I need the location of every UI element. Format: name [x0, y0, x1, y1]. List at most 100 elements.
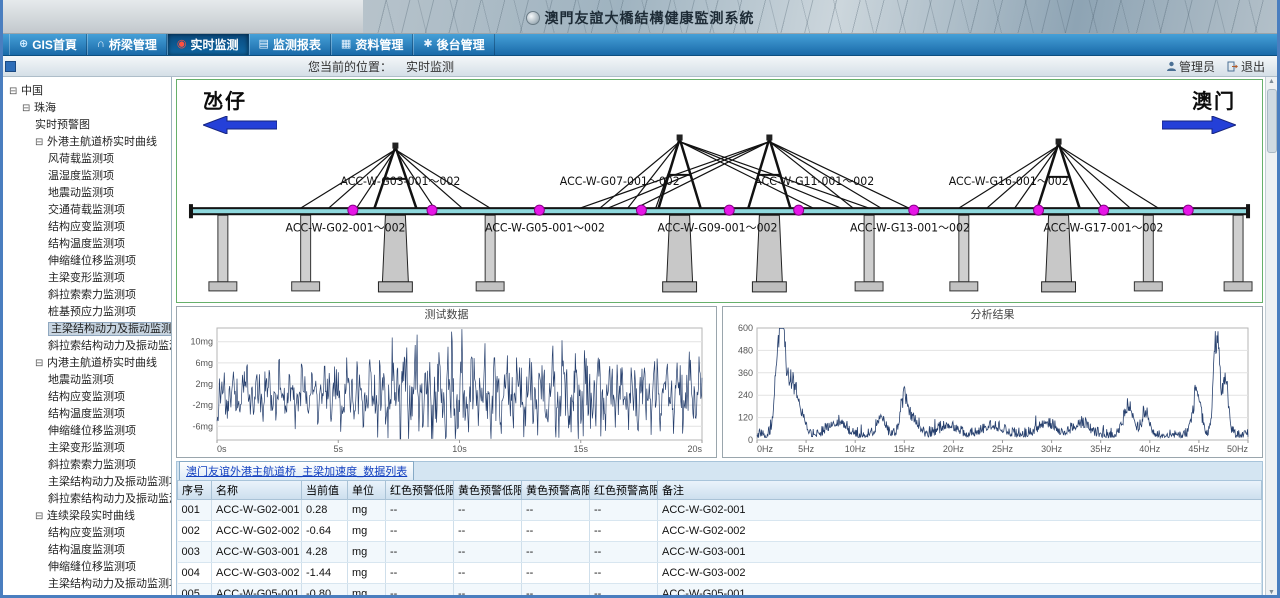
- svg-text:5Hz: 5Hz: [798, 444, 815, 454]
- sensor-dot-icon[interactable]: [1099, 205, 1109, 215]
- tree-expander-icon[interactable]: ⊟: [9, 83, 21, 100]
- tree-item-10[interactable]: 结构温度监测项: [3, 236, 171, 253]
- tree-item-15[interactable]: 主梁结构动力及振动监测项: [3, 321, 171, 338]
- tree-item-16[interactable]: 斜拉索结构动力及振动监测项: [3, 338, 171, 355]
- datagrid-tab[interactable]: 澳门友谊外港主航道桥_主梁加速度_数据列表: [179, 461, 414, 480]
- sensor-dot-icon[interactable]: [427, 205, 437, 215]
- table-cell: --: [454, 500, 522, 521]
- tree-item-26[interactable]: ⊟连续梁段实时曲线: [3, 508, 171, 525]
- scroll-down-icon[interactable]: ▼: [1266, 588, 1277, 598]
- table-row[interactable]: 004ACC-W-G03-002-1.44mg--------ACC-W-G03…: [178, 563, 1262, 584]
- column-header[interactable]: 备注: [658, 481, 1262, 500]
- bridge-icon: ∩: [97, 39, 105, 50]
- table-cell: ACC-W-G02-001: [212, 500, 302, 521]
- tree-item-12[interactable]: 主梁变形监测项: [3, 270, 171, 287]
- tree-item-6[interactable]: 温湿度监测项: [3, 168, 171, 185]
- tree-expander-icon[interactable]: ⊟: [35, 508, 47, 525]
- column-header[interactable]: 黄色预警高限: [522, 481, 590, 500]
- breadcrumb-bar: 您当前的位置：实时监测 管理员 退出: [3, 56, 1277, 77]
- tree-item-28[interactable]: 结构温度监测项: [3, 542, 171, 559]
- tree-item-4[interactable]: ⊟外港主航道桥实时曲线: [3, 134, 171, 151]
- table-row[interactable]: 001ACC-W-G02-0010.28mg--------ACC-W-G02-…: [178, 500, 1262, 521]
- nav-tab-2[interactable]: ∩桥梁管理: [87, 34, 167, 55]
- tree-item-30[interactable]: 主梁结构动力及振动监测项: [3, 576, 171, 593]
- nav-tab-label: 资料管理: [355, 36, 403, 53]
- table-row[interactable]: 003ACC-W-G03-0014.28mg--------ACC-W-G03-…: [178, 542, 1262, 563]
- tree-item-22[interactable]: 主梁变形监测项: [3, 440, 171, 457]
- sidebar-collapse-button[interactable]: [5, 61, 16, 72]
- sensor-dot-icon[interactable]: [636, 205, 646, 215]
- user-menu[interactable]: 管理员: [1166, 58, 1215, 75]
- column-header[interactable]: 黄色预警低限: [454, 481, 522, 500]
- tree-item-19[interactable]: 结构应变监测项: [3, 389, 171, 406]
- tree-item-3[interactable]: 实时预警图: [3, 117, 171, 134]
- column-header[interactable]: 单位: [348, 481, 386, 500]
- tree-item-18[interactable]: 地震动监测项: [3, 372, 171, 389]
- tree-item-11[interactable]: 伸缩缝位移监测项: [3, 253, 171, 270]
- tree-item-label: 结构温度监测项: [48, 544, 125, 556]
- column-header[interactable]: 当前值: [302, 481, 348, 500]
- scroll-up-icon[interactable]: ▲: [1266, 77, 1277, 87]
- sensor-dot-icon[interactable]: [1034, 205, 1044, 215]
- tree-item-label: 伸缩缝位移监测项: [48, 255, 136, 267]
- tree-expander-icon[interactable]: ⊟: [35, 134, 47, 151]
- sensor-dot-icon[interactable]: [909, 205, 919, 215]
- tree-expander-icon[interactable]: ⊟: [35, 355, 47, 372]
- svg-text:35Hz: 35Hz: [1090, 444, 1112, 454]
- tree-item-label: 斜拉索索力监测项: [48, 289, 136, 301]
- sensor-dot-icon[interactable]: [534, 205, 544, 215]
- tree-expander-icon[interactable]: ⊟: [22, 100, 34, 117]
- right-arrow-icon: [1162, 116, 1236, 134]
- tree-item-14[interactable]: 桩基预应力监测项: [3, 304, 171, 321]
- tree-item-29[interactable]: 伸缩缝位移监测项: [3, 559, 171, 576]
- sensor-dot-icon[interactable]: [724, 205, 734, 215]
- table-row[interactable]: 002ACC-W-G02-002-0.64mg--------ACC-W-G02…: [178, 521, 1262, 542]
- column-header[interactable]: 红色预警低限: [386, 481, 454, 500]
- nav-tab-1[interactable]: ⊕GIS首頁: [9, 34, 87, 55]
- tree-item-20[interactable]: 结构温度监测项: [3, 406, 171, 423]
- sensor-group-label: ACC-W-G13-001～002: [850, 221, 970, 234]
- tree-item-label: 主梁变形监测项: [48, 272, 125, 284]
- tree-item-27[interactable]: 结构应变监测项: [3, 525, 171, 542]
- admin-icon: ✱: [423, 39, 432, 50]
- sensor-dot-icon[interactable]: [1183, 205, 1193, 215]
- tree-item-label: 风荷载监测项: [48, 153, 114, 165]
- tree-item-23[interactable]: 斜拉索索力监测项: [3, 457, 171, 474]
- scrollbar-thumb[interactable]: [1267, 89, 1277, 153]
- spectrum-chart: 01202403604806000Hz5Hz10Hz15Hz20Hz25Hz30…: [723, 322, 1262, 455]
- tree-item-13[interactable]: 斜拉索索力监测项: [3, 287, 171, 304]
- table-cell: --: [590, 521, 658, 542]
- column-header[interactable]: 名称: [212, 481, 302, 500]
- logout-button[interactable]: 退出: [1227, 58, 1265, 75]
- spectrum-chart-panel: 分析结果 01202403604806000Hz5Hz10Hz15Hz20Hz2…: [722, 306, 1263, 458]
- tree-item-24[interactable]: 主梁结构动力及振动监测项: [3, 474, 171, 491]
- tree-item-9[interactable]: 结构应变监测项: [3, 219, 171, 236]
- nav-tab-3[interactable]: ◉实时监测: [167, 34, 249, 55]
- user-icon: [1166, 61, 1177, 72]
- tree-item-2[interactable]: ⊟珠海: [3, 100, 171, 117]
- charts-row: 测试数据 10mg6mg2mg-2mg-6mg0s5s10s15s20s 分析结…: [176, 306, 1263, 458]
- tree-item-17[interactable]: ⊟内港主航道桥实时曲线: [3, 355, 171, 372]
- sensor-dot-icon[interactable]: [794, 205, 804, 215]
- table-cell: mg: [348, 584, 386, 598]
- main-scrollbar[interactable]: ▲ ▼: [1265, 77, 1277, 598]
- tree-item-25[interactable]: 斜拉索结构动力及振动监测项: [3, 491, 171, 508]
- tree-item-8[interactable]: 交通荷载监测项: [3, 202, 171, 219]
- column-header[interactable]: 红色预警高限: [590, 481, 658, 500]
- tree-item-21[interactable]: 伸缩缝位移监测项: [3, 423, 171, 440]
- table-cell: --: [522, 500, 590, 521]
- tree-item-7[interactable]: 地震动监测项: [3, 185, 171, 202]
- nav-tab-6[interactable]: ✱後台管理: [413, 34, 494, 55]
- tree-item-1[interactable]: ⊟中国: [3, 83, 171, 100]
- nav-tab-4[interactable]: ▤监测报表: [249, 34, 331, 55]
- column-header[interactable]: 序号: [178, 481, 212, 500]
- tree-item-5[interactable]: 风荷载监测项: [3, 151, 171, 168]
- table-row[interactable]: 005ACC-W-G05-001-0.80mg--------ACC-W-G05…: [178, 584, 1262, 598]
- nav-tab-5[interactable]: ▦资料管理: [331, 34, 413, 55]
- tree-item-label: 伸缩缝位移监测项: [48, 561, 136, 573]
- table-cell: 001: [178, 500, 212, 521]
- table-cell: --: [522, 542, 590, 563]
- table-cell: --: [386, 563, 454, 584]
- sensor-dot-icon[interactable]: [348, 205, 358, 215]
- table-cell: --: [590, 563, 658, 584]
